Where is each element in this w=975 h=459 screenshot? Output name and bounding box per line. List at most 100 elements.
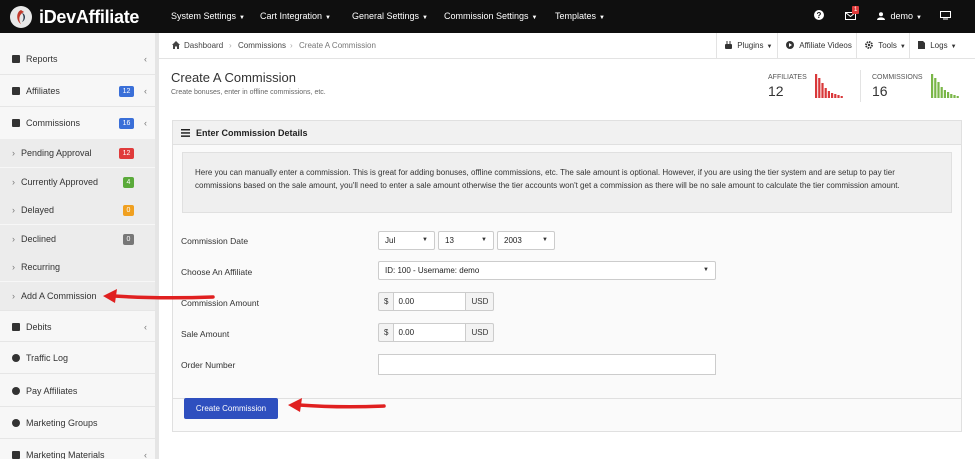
- logo-mark-icon: [10, 6, 32, 28]
- caret-down-icon: ▼: [239, 15, 245, 21]
- toolbar-label: Tools: [878, 41, 897, 50]
- sidebar-item-label: Traffic Log: [26, 353, 69, 363]
- declined-count-badge: 0: [123, 234, 134, 245]
- year-select[interactable]: 2003 ▼: [497, 231, 555, 250]
- top-navbar: iDevAffiliate System Settings ▼ Cart Inte…: [0, 0, 975, 33]
- plus-square-icon: [12, 451, 20, 459]
- commission-amount-group: $ 0.00 USD: [378, 292, 495, 311]
- nav-label: Cart Integration: [260, 11, 323, 21]
- sidebar-item-label: Pay Affiliates: [26, 386, 78, 396]
- affiliates-sparkline: [815, 74, 843, 98]
- toolbar-label: Logs: [930, 41, 948, 50]
- caret-down-icon: ▼: [325, 15, 331, 21]
- toolbar-label: Affiliate Videos: [799, 41, 852, 50]
- nav-system-settings[interactable]: System Settings ▼: [171, 0, 245, 33]
- sidebar-item-label: Marketing Materials: [26, 450, 105, 459]
- sidebar-item-commissions[interactable]: Commissions 16 ‹: [0, 107, 155, 139]
- affiliate-videos-button[interactable]: Affiliate Videos: [777, 33, 852, 59]
- monitor-icon: [940, 11, 951, 20]
- nav-commission-settings[interactable]: Commission Settings ▼: [444, 0, 537, 33]
- stat-divider: [860, 70, 861, 102]
- sidebar-item-marketing-groups[interactable]: Marketing Groups: [0, 407, 155, 439]
- file-icon: [918, 41, 925, 49]
- month-select[interactable]: Jul ▼: [378, 231, 435, 250]
- breadcrumb-separator: ›: [229, 41, 232, 50]
- messages-button[interactable]: 1: [845, 0, 860, 33]
- choose-affiliate-label: Choose An Affiliate: [181, 267, 253, 277]
- sidebar-item-label: Marketing Groups: [26, 418, 98, 428]
- sidebar-item-reports[interactable]: Reports ‹: [0, 43, 155, 75]
- caret-down-icon: ▼: [422, 15, 428, 21]
- affiliates-stat-count: 12: [768, 83, 784, 99]
- chevron-right-icon: ›: [12, 234, 15, 244]
- sidebar-subitem-currently-approved[interactable]: › Currently Approved 4: [0, 168, 155, 196]
- app-logo[interactable]: iDevAffiliate: [10, 6, 139, 28]
- commissions-count-badge: 16: [119, 118, 134, 129]
- sidebar-subitem-declined[interactable]: › Declined 0: [0, 225, 155, 253]
- breadcrumb-current: Create A Commission: [299, 41, 376, 50]
- dollar-addon: $: [378, 323, 394, 342]
- sidebar-item-label: Reports: [26, 54, 58, 64]
- caret-down-icon: ▼: [422, 237, 428, 243]
- page-title: Create A Commission: [171, 70, 296, 85]
- svg-text:?: ?: [817, 11, 822, 20]
- monitor-button[interactable]: [940, 0, 951, 33]
- nav-templates[interactable]: Templates ▼: [555, 0, 605, 33]
- sidebar-item-label: Recurring: [21, 262, 61, 272]
- delayed-count-badge: 0: [123, 205, 134, 216]
- chevron-left-icon: ‹: [144, 54, 147, 64]
- breadcrumb-commissions[interactable]: Commissions: [238, 33, 286, 59]
- sidebar-item-debits[interactable]: Debits ‹: [0, 310, 155, 342]
- pending-count-badge: 12: [119, 148, 134, 159]
- sale-amount-label: Sale Amount: [181, 329, 230, 339]
- chevron-right-icon: ›: [12, 177, 15, 187]
- plus-square-icon: [12, 119, 20, 127]
- help-button[interactable]: ?: [814, 0, 824, 33]
- sidebar-item-label: Delayed: [21, 205, 55, 215]
- sidebar-item-pay-affiliates[interactable]: Pay Affiliates: [0, 375, 155, 407]
- sidebar-subitem-pending-approval[interactable]: › Pending Approval 12: [0, 139, 155, 167]
- panel-title: Enter Commission Details: [196, 128, 308, 138]
- nav-label: Commission Settings: [444, 11, 529, 21]
- caret-down-icon: ▼: [542, 237, 548, 243]
- commissions-sparkline: [931, 74, 959, 98]
- sidebar-subitem-recurring[interactable]: › Recurring: [0, 253, 155, 281]
- commission-date-label: Commission Date: [181, 236, 249, 246]
- sidebar-item-traffic-log[interactable]: Traffic Log: [0, 342, 155, 374]
- caret-down-icon: ▼: [481, 237, 487, 243]
- tools-menu[interactable]: Tools ▼: [856, 33, 906, 59]
- user-menu[interactable]: demo ▼: [877, 0, 922, 33]
- day-select[interactable]: 13 ▼: [438, 231, 494, 250]
- nav-cart-integration[interactable]: Cart Integration ▼: [260, 0, 331, 33]
- dollar-addon: $: [378, 292, 394, 311]
- chevron-left-icon: ‹: [144, 322, 147, 332]
- sidebar-item-label: Debits: [26, 322, 52, 332]
- info-message: Here you can manually enter a commission…: [182, 152, 952, 213]
- commissions-stat-label: COMMISSIONS: [872, 74, 923, 81]
- affiliates-stat-label: AFFILIATES: [768, 74, 807, 81]
- breadcrumb-bar: Dashboard › Commissions › Create A Commi…: [159, 33, 975, 59]
- commission-amount-input[interactable]: 0.00: [393, 292, 467, 311]
- sidebar-item-marketing-materials[interactable]: Marketing Materials ‹: [0, 439, 155, 459]
- order-number-input[interactable]: [378, 354, 716, 375]
- order-number-label: Order Number: [181, 360, 236, 370]
- affiliate-select[interactable]: ID: 100 - Username: demo ▼: [378, 261, 716, 280]
- sidebar-subitem-delayed[interactable]: › Delayed 0: [0, 196, 155, 224]
- chevron-left-icon: ‹: [144, 118, 147, 128]
- plus-square-icon: [12, 323, 20, 331]
- play-circle-icon: [786, 41, 794, 49]
- logs-menu[interactable]: Logs ▼: [909, 33, 957, 59]
- home-icon: [172, 33, 180, 59]
- breadcrumb-separator: ›: [290, 41, 293, 50]
- caret-down-icon: ▼: [899, 44, 906, 50]
- sale-amount-input[interactable]: 0.00: [393, 323, 467, 342]
- caret-down-icon: ▼: [916, 15, 922, 21]
- breadcrumb-dashboard[interactable]: Dashboard: [184, 33, 223, 59]
- create-commission-button[interactable]: Create Commission: [184, 398, 278, 419]
- chevron-left-icon: ‹: [144, 450, 147, 459]
- plugins-menu[interactable]: Plugins ▼: [716, 33, 772, 59]
- commissions-stat-count: 16: [872, 83, 888, 99]
- nav-general-settings[interactable]: General Settings ▼: [352, 0, 428, 33]
- sidebar-item-affiliates[interactable]: Affiliates 12 ‹: [0, 75, 155, 107]
- caret-down-icon: ▼: [599, 15, 605, 21]
